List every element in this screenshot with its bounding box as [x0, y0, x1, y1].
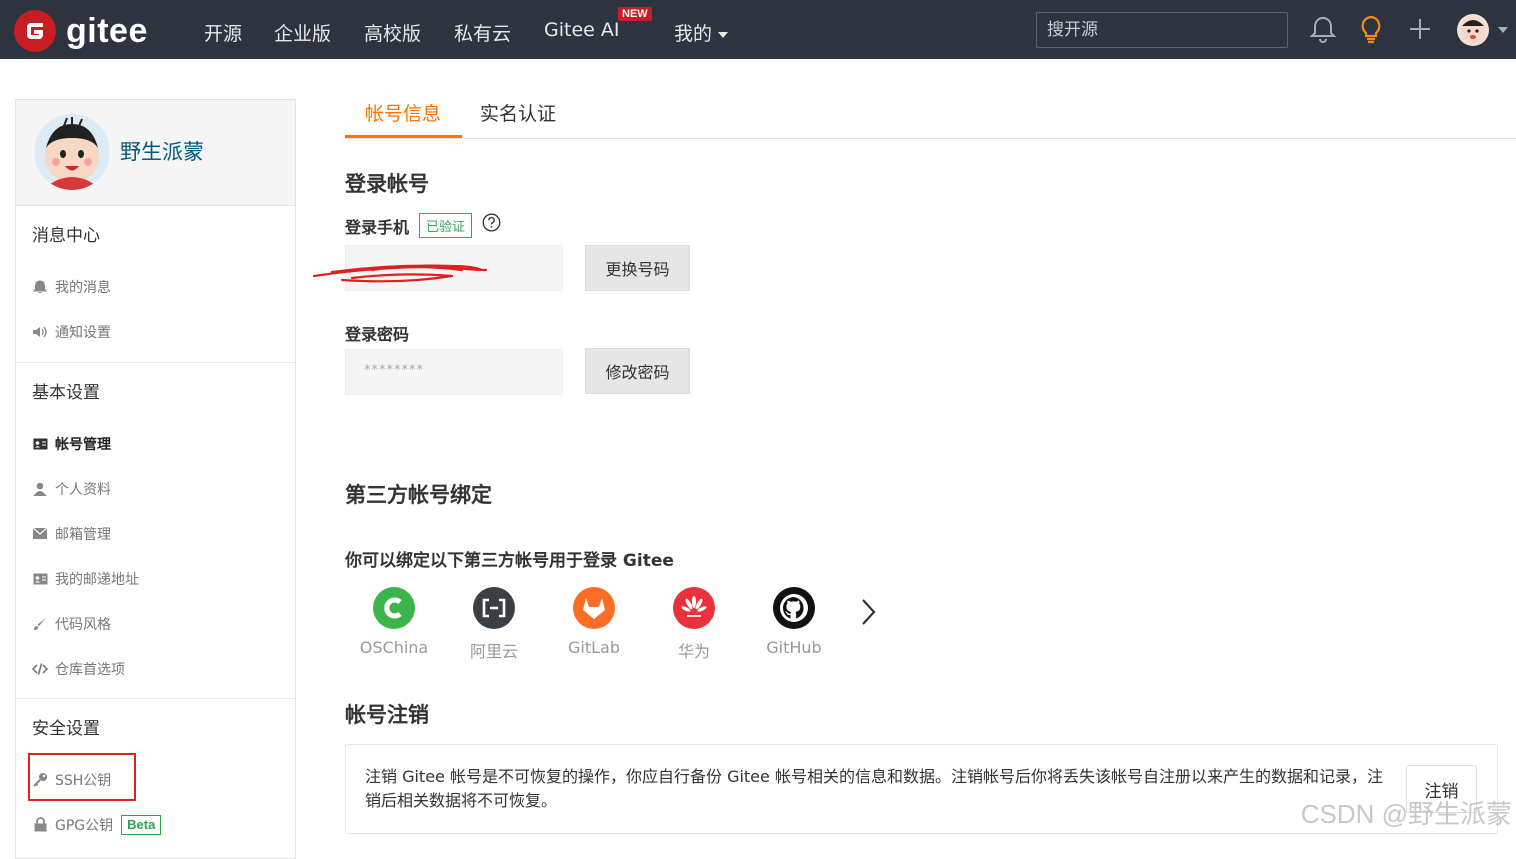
tab-account-info[interactable]: 帐号信息 — [365, 99, 441, 126]
bell-icon[interactable] — [1309, 14, 1339, 46]
avatar[interactable] — [1457, 14, 1489, 46]
sidebar-item-notification-settings[interactable]: 通知设置 — [32, 309, 279, 354]
sidebar-item-label: 代码风格 — [55, 616, 111, 633]
section-title: 消息中心 — [32, 226, 100, 246]
sidebar-item-postal-address[interactable]: 我的邮递地址 — [32, 556, 279, 601]
speaker-icon — [32, 324, 48, 340]
redaction-scribble — [312, 264, 488, 283]
nav-private-cloud[interactable]: 私有云 — [454, 19, 511, 46]
sidebar-item-label: 我的消息 — [55, 279, 111, 296]
lightbulb-icon[interactable] — [1357, 14, 1387, 46]
cancel-account-description: 注销 Gitee 帐号是不可恢复的操作，你应自行备份 Gitee 帐号相关的信息… — [365, 767, 1383, 810]
phone-field[interactable] — [312, 245, 563, 291]
top-navbar: gitee 开源 企业版 高校版 私有云 Gitee AI NEW 我的 — [0, 0, 1516, 59]
nav-opensource[interactable]: 开源 — [204, 19, 242, 46]
password-mask: ******** — [364, 363, 424, 378]
sidebar-item-label: 仓库首选项 — [55, 661, 125, 678]
change-password-button[interactable]: 修改密码 — [585, 348, 690, 394]
sidebar-item-repo-preferences[interactable]: 仓库首选项 — [32, 646, 279, 691]
login-account-title: 登录帐号 — [345, 172, 429, 196]
profile-card: 野生派蒙 — [16, 100, 295, 206]
sidebar-item-label: 邮箱管理 — [55, 526, 111, 543]
gitlab-icon — [573, 587, 615, 629]
provider-oschina[interactable]: OSChina — [344, 587, 444, 657]
provider-github[interactable]: GitHub — [744, 587, 844, 657]
aliyun-icon — [473, 587, 515, 629]
password-field[interactable]: ******** — [345, 349, 563, 395]
third-party-subtitle: 你可以绑定以下第三方帐号用于登录 Gitee — [345, 551, 674, 571]
sidebar-item-email[interactable]: 邮箱管理 — [32, 511, 279, 556]
brand-name: gitee — [66, 11, 148, 50]
mail-icon — [32, 526, 48, 542]
new-badge: NEW — [618, 7, 652, 21]
provider-name: 华为 — [677, 642, 710, 661]
gitee-logo[interactable]: gitee — [14, 10, 148, 52]
sidebar-item-label: 我的邮递地址 — [55, 571, 139, 588]
section-title: 基本设置 — [32, 383, 100, 403]
provider-aliyun[interactable]: 阿里云 — [444, 587, 544, 662]
change-phone-button[interactable]: 更换号码 — [585, 245, 690, 291]
lock-icon — [32, 817, 48, 833]
gitee-g-icon — [14, 10, 56, 52]
nav-gitee-ai[interactable]: Gitee AI — [544, 19, 619, 41]
huawei-icon — [673, 587, 715, 629]
section-message-center: 消息中心 我的消息 通知设置 — [16, 206, 295, 363]
oschina-icon — [373, 587, 415, 629]
provider-name: 阿里云 — [469, 642, 518, 661]
settings-sidebar: 野生派蒙 消息中心 我的消息 通知设置 基本设置 帐号管理 个人资料 邮箱管理 … — [15, 99, 296, 859]
sidebar-item-gpg-keys[interactable]: GPG公钥 Beta — [32, 802, 279, 847]
profile-username[interactable]: 野生派蒙 — [120, 136, 204, 166]
plus-icon[interactable] — [1406, 14, 1436, 46]
provider-gitlab[interactable]: GitLab — [544, 587, 644, 657]
sidebar-item-account[interactable]: 帐号管理 — [32, 421, 279, 466]
nav-education[interactable]: 高校版 — [364, 19, 421, 46]
account-tabs: 帐号信息 实名认证 — [345, 84, 1516, 139]
sidebar-item-profile[interactable]: 个人资料 — [32, 466, 279, 511]
provider-name: GitHub — [766, 638, 822, 657]
cancel-account-title: 帐号注销 — [345, 703, 429, 727]
section-title: 安全设置 — [32, 719, 100, 739]
chevron-down-icon — [718, 31, 729, 38]
sidebar-item-label: 帐号管理 — [55, 436, 111, 453]
avatar-chevron-down-icon[interactable] — [1498, 27, 1508, 33]
tab-real-name[interactable]: 实名认证 — [480, 99, 556, 126]
phone-label: 登录手机 — [345, 218, 410, 237]
third-party-title: 第三方帐号绑定 — [345, 483, 492, 507]
github-icon — [773, 587, 815, 629]
ssh-highlight-box — [28, 753, 136, 801]
sidebar-item-label: GPG公钥 — [55, 817, 114, 834]
address-card-icon — [32, 571, 48, 587]
nav-enterprise[interactable]: 企业版 — [274, 19, 331, 46]
active-tab-indicator — [345, 135, 462, 138]
sidebar-item-my-messages[interactable]: 我的消息 — [32, 264, 279, 309]
chevron-right-icon[interactable] — [858, 597, 878, 631]
provider-huawei[interactable]: 华为 — [644, 587, 744, 662]
user-icon — [32, 481, 48, 497]
search-input[interactable] — [1036, 12, 1288, 48]
question-icon[interactable] — [482, 213, 501, 236]
nav-mine-label: 我的 — [674, 23, 713, 45]
beta-badge: Beta — [121, 814, 162, 835]
provider-name: OSChina — [359, 638, 429, 657]
sidebar-item-code-style[interactable]: 代码风格 — [32, 601, 279, 646]
profile-avatar[interactable] — [34, 114, 110, 190]
brush-icon — [32, 616, 48, 632]
sidebar-item-label: 个人资料 — [55, 481, 111, 498]
provider-name: GitLab — [568, 638, 620, 657]
sidebar-item-label: 通知设置 — [55, 324, 111, 341]
watermark: CSDN @野生派蒙 — [1300, 799, 1512, 829]
bell-icon — [32, 279, 48, 295]
code-icon — [32, 661, 48, 677]
verified-badge: 已验证 — [419, 213, 473, 238]
password-label: 登录密码 — [345, 325, 410, 344]
nav-mine[interactable]: 我的 — [674, 19, 729, 46]
id-card-icon — [32, 436, 48, 452]
section-basic-settings: 基本设置 帐号管理 个人资料 邮箱管理 我的邮递地址 代码风格 仓库首选项 — [16, 363, 295, 699]
